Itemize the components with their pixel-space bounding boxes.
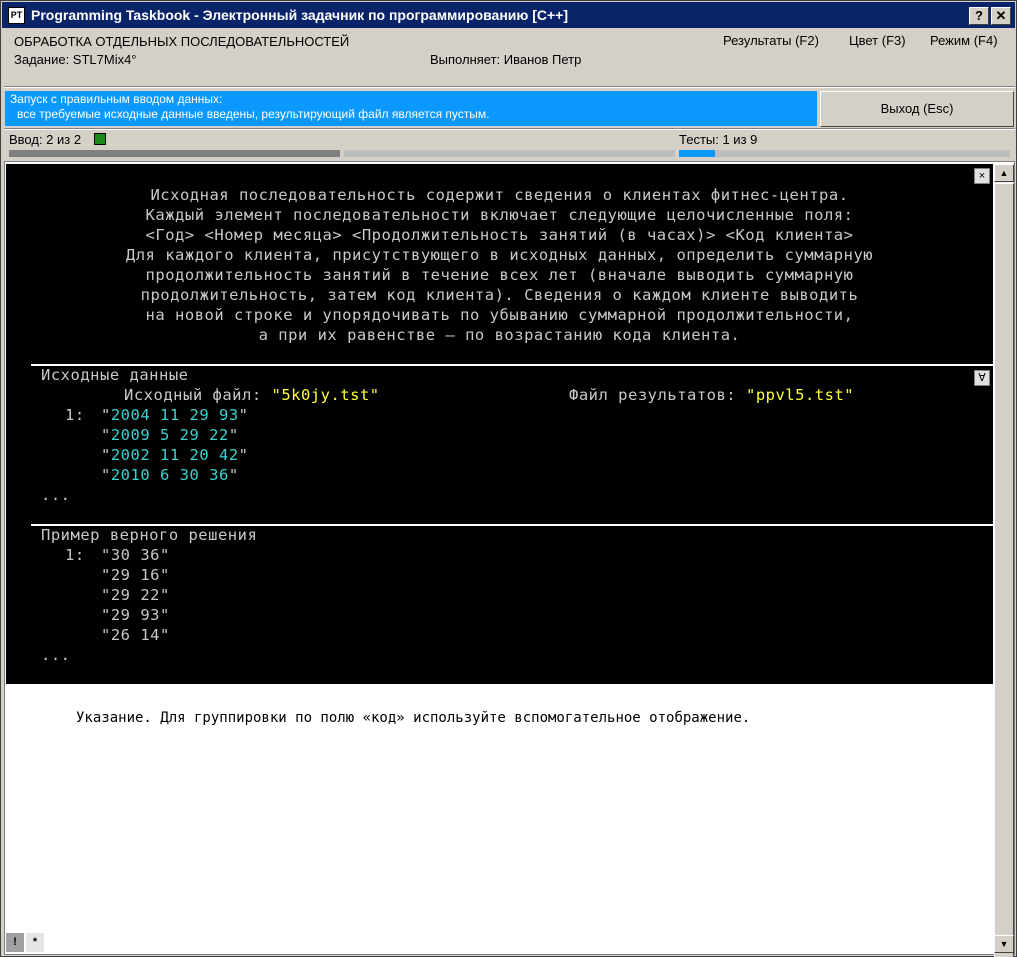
input-section-title: Исходные данные bbox=[41, 366, 189, 384]
title-bar[interactable]: PT Programming Taskbook - Электронный за… bbox=[2, 2, 1015, 28]
sample-section-title: Пример верного решения bbox=[41, 526, 258, 544]
task-text-line: <Год> <Номер месяца> <Продолжительность … bbox=[145, 226, 854, 244]
input-row-value: 2004 11 29 93 bbox=[110, 406, 239, 424]
menu-color[interactable]: Цвет (F3) bbox=[849, 33, 906, 48]
input-row: "2004 11 29 93" bbox=[101, 406, 249, 424]
result-file-name: "ppvl5.tst" bbox=[745, 386, 855, 404]
main-window: PT Programming Taskbook - Электронный за… bbox=[0, 0, 1017, 957]
tests-progress-bar bbox=[679, 150, 715, 157]
scroll-down-icon[interactable]: ▼ bbox=[994, 935, 1014, 953]
task-panel: Исходная последовательность содержит све… bbox=[6, 164, 993, 686]
task-name-label: Задание: STL7Mix4° bbox=[14, 52, 137, 67]
window-title: Programming Taskbook - Электронный задач… bbox=[31, 7, 569, 23]
input-progress-label: Ввод: 2 из 2 bbox=[9, 132, 82, 147]
status-line-2: все требуемые исходные данные введены, р… bbox=[17, 107, 490, 121]
section-toggle-button[interactable]: ∀ bbox=[974, 370, 990, 386]
input-complete-indicator bbox=[94, 133, 106, 145]
input-row-value: 2009 5 29 22 bbox=[110, 426, 229, 444]
task-text-line: Для каждого клиента, присутствующего в и… bbox=[125, 246, 874, 264]
task-group-label: ОБРАБОТКА ОТДЕЛЬНЫХ ПОСЛЕДОВАТЕЛЬНОСТЕЙ bbox=[14, 34, 350, 49]
input-file-label: Исходный файл: bbox=[124, 386, 272, 404]
sample-ellipsis: ... bbox=[41, 646, 71, 664]
result-file-label: Файл результатов: bbox=[569, 386, 746, 404]
close-window-button[interactable]: ✕ bbox=[991, 7, 1011, 25]
sample-row: "29 16" bbox=[101, 566, 170, 584]
input-progress-bar bbox=[9, 150, 340, 157]
input-row: "2010 6 30 36" bbox=[101, 466, 239, 484]
task-text-line: на новой строке и упорядочивать по убыва… bbox=[145, 306, 854, 324]
progress-track bbox=[344, 150, 675, 157]
input-row: "2002 11 20 42" bbox=[101, 446, 249, 464]
input-row-value: 2010 6 30 36 bbox=[110, 466, 229, 484]
tests-progress-track bbox=[679, 150, 1010, 157]
status-message: Запуск с правильным вводом данных: все т… bbox=[5, 91, 817, 126]
input-file-name: "5k0jy.tst" bbox=[271, 386, 380, 404]
executor-label: Выполняет: Иванов Петр bbox=[430, 52, 582, 67]
section-divider bbox=[6, 684, 993, 686]
menu-mode[interactable]: Режим (F4) bbox=[930, 33, 998, 48]
vertical-scrollbar[interactable]: ▲ ▼ bbox=[994, 164, 1014, 957]
task-text-line: а при их равенстве — по возрастанию кода… bbox=[258, 326, 741, 344]
help-button[interactable]: ? bbox=[969, 7, 989, 25]
task-text-line: Исходная последовательность содержит све… bbox=[150, 186, 849, 204]
menu-results[interactable]: Результаты (F2) bbox=[723, 33, 819, 48]
hint-text: Указание. Для группировки по полю «код» … bbox=[76, 710, 751, 726]
scroll-up-icon[interactable]: ▲ bbox=[994, 164, 1014, 182]
input-row-value: 2002 11 20 42 bbox=[110, 446, 239, 464]
bang-button[interactable]: ! bbox=[6, 933, 24, 952]
app-logo-icon: PT bbox=[8, 7, 25, 24]
divider bbox=[4, 128, 1015, 130]
task-text-line: продолжительность, затем код клиента). С… bbox=[140, 286, 859, 304]
input-file-line: Исходный файл: "5k0jy.tst" bbox=[124, 386, 380, 404]
status-line-1: Запуск с правильным вводом данных: bbox=[10, 92, 223, 106]
divider bbox=[4, 86, 1015, 88]
task-text-line: продолжительность занятий в течение всех… bbox=[145, 266, 854, 284]
sample-row: "29 93" bbox=[101, 606, 170, 624]
result-file-line: Файл результатов: "ppvl5.tst" bbox=[569, 386, 854, 404]
exit-button[interactable]: Выход (Esc) bbox=[820, 91, 1014, 127]
sample-row: "30 36" bbox=[101, 546, 170, 564]
close-task-button[interactable]: × bbox=[974, 168, 990, 184]
scroll-thumb[interactable] bbox=[994, 183, 1014, 957]
task-text-line: Каждый элемент последовательности включа… bbox=[145, 206, 854, 224]
input-ellipsis: ... bbox=[41, 486, 71, 504]
input-index: 1: bbox=[65, 406, 85, 424]
sample-row: "26 14" bbox=[101, 626, 170, 644]
input-row: "2009 5 29 22" bbox=[101, 426, 239, 444]
tests-progress-label: Тесты: 1 из 9 bbox=[679, 132, 758, 147]
sample-row: "29 22" bbox=[101, 586, 170, 604]
star-button[interactable]: * bbox=[26, 933, 44, 952]
sample-index: 1: bbox=[65, 546, 85, 564]
